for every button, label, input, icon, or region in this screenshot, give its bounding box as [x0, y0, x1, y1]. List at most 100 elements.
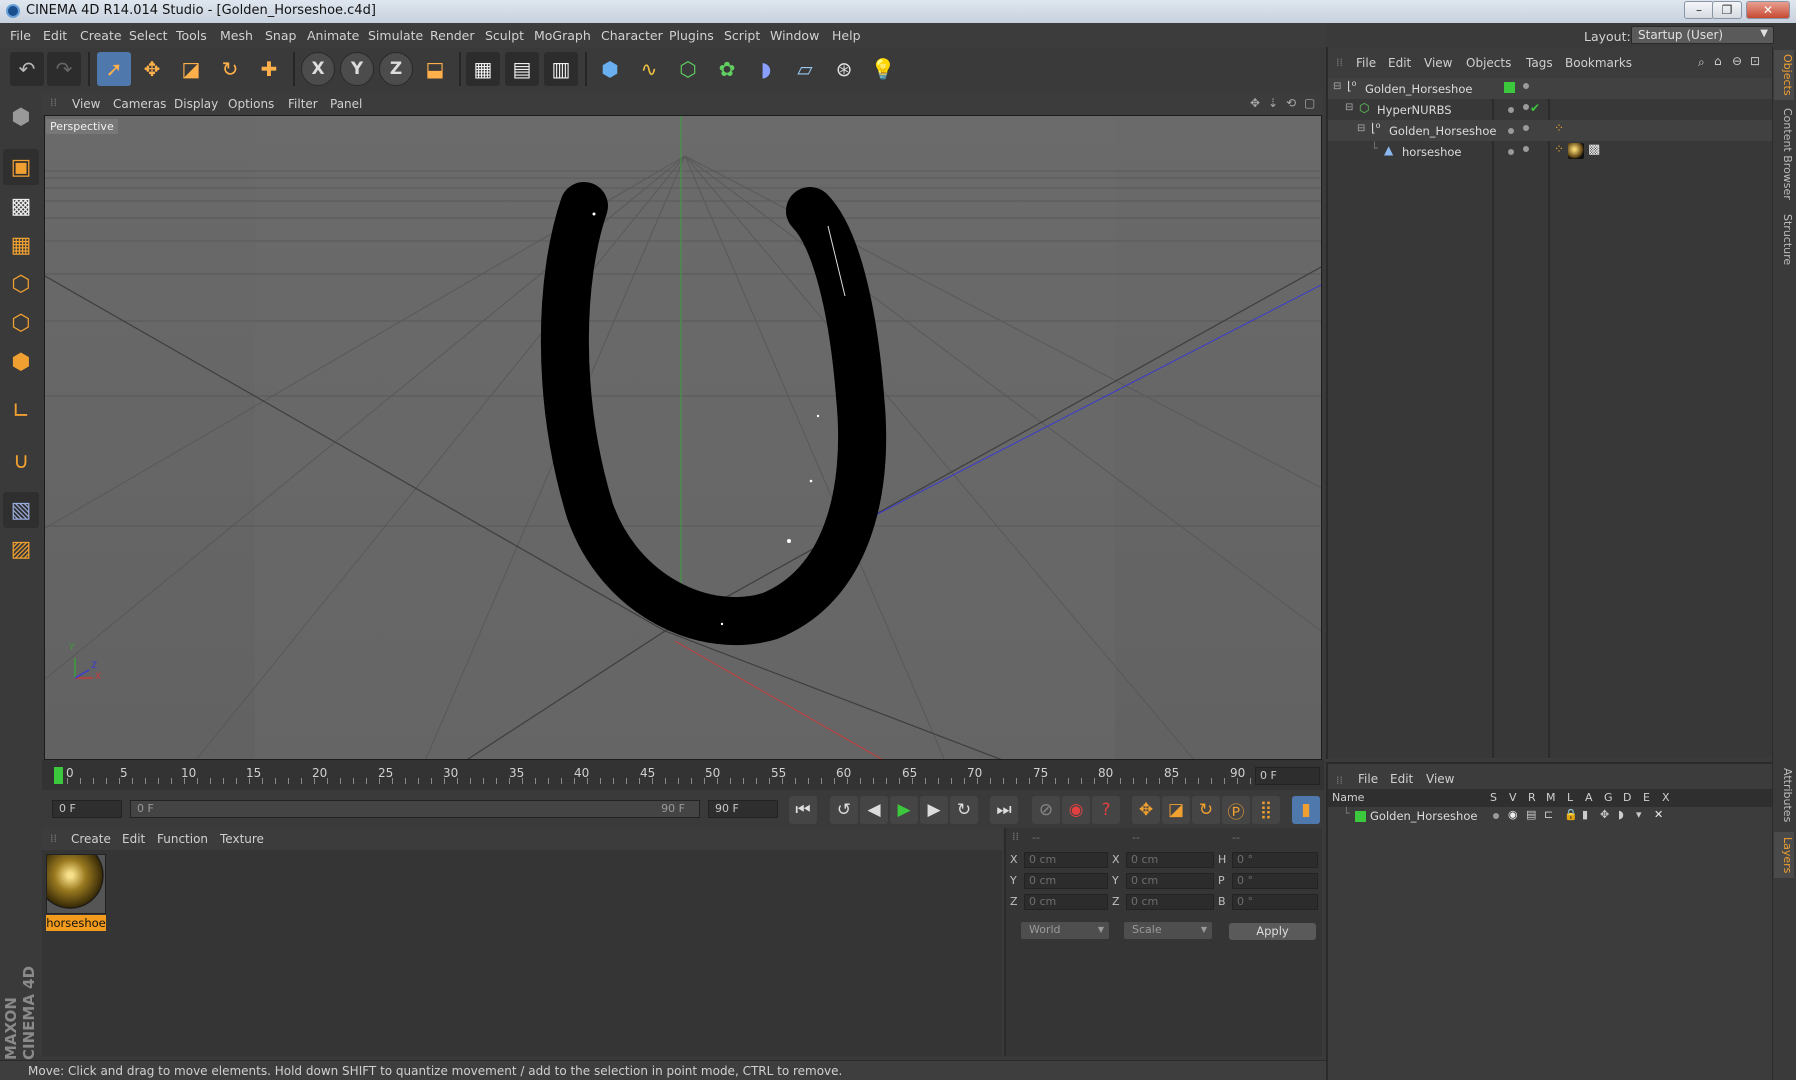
add-object-icon[interactable]: ✚ [252, 52, 286, 86]
texture-mode-icon[interactable]: ▩ [3, 188, 39, 224]
layer-col-generators[interactable]: G [1604, 791, 1613, 804]
apply-button[interactable]: Apply [1229, 923, 1316, 940]
start-frame-field[interactable]: 0 F [52, 800, 122, 818]
viewport-menu-cameras[interactable]: Cameras [113, 97, 166, 111]
collapse-icon[interactable]: ⊖ [1732, 54, 1742, 68]
close-button[interactable]: ✕ [1746, 1, 1790, 19]
viewport-menu-view[interactable]: View [72, 97, 100, 111]
viewport-menu-panel[interactable]: Panel [330, 97, 362, 111]
lock-icon[interactable]: 🔒 [1564, 808, 1578, 821]
keyframe-selection-icon[interactable]: ? [1092, 796, 1120, 824]
next-key-icon[interactable]: ↻ [950, 796, 978, 824]
layer-col-deformers[interactable]: D [1623, 791, 1631, 804]
menu-mesh[interactable]: Mesh [220, 28, 253, 43]
render-dot[interactable] [1523, 104, 1529, 110]
menu-mograph[interactable]: MoGraph [534, 28, 591, 43]
previous-frame-icon[interactable]: ◀ [860, 796, 888, 824]
menu-animate[interactable]: Animate [307, 28, 359, 43]
menu-create[interactable]: Create [80, 28, 122, 43]
minimize-button[interactable]: – [1684, 1, 1714, 19]
light-icon[interactable]: 💡 [866, 52, 900, 86]
end-frame-field[interactable]: 90 F [708, 800, 778, 818]
render-dot[interactable] [1523, 146, 1529, 152]
layer-col-solo[interactable]: S [1490, 791, 1497, 804]
object-menu-edit[interactable]: Edit [1388, 56, 1411, 70]
object-menu-file[interactable]: File [1356, 56, 1376, 70]
object-row[interactable]: ⊟ ⬡ HyperNURBS ✔ [1328, 99, 1772, 120]
object-menu-objects[interactable]: Objects [1466, 56, 1511, 70]
eye-icon[interactable]: ◉ [1508, 808, 1518, 821]
material-menu-create[interactable]: Create [71, 832, 111, 846]
tab-layers[interactable]: Layers [1774, 832, 1794, 878]
object-row[interactable]: ⊟ ⌊⁰ Golden_Horseshoe ⁘ [1328, 120, 1772, 141]
size-mode-select[interactable]: Scale ▼ [1124, 922, 1212, 939]
x-axis-lock-button[interactable]: X [301, 52, 335, 86]
z-axis-lock-button[interactable]: Z [379, 52, 413, 86]
record-keys-icon[interactable]: ⊘ [1032, 796, 1060, 824]
timeline-ruler[interactable] [42, 760, 1324, 790]
current-frame-field[interactable]: 0 F [1255, 767, 1320, 785]
generator-icon[interactable]: ✥ [1600, 808, 1609, 821]
uvw-tag-icon[interactable]: ▩ [1588, 142, 1600, 157]
size-y-field[interactable]: 0 cm [1126, 873, 1214, 889]
phong-tag-icon[interactable]: ⁘ [1554, 142, 1564, 156]
deformer-icon[interactable]: ◗ [1618, 808, 1624, 821]
play-icon[interactable]: ▶ [890, 796, 918, 824]
phong-tag-icon[interactable]: ⁘ [1554, 121, 1564, 135]
spline-icon[interactable]: ∿ [632, 52, 666, 86]
layer-col-render[interactable]: R [1528, 791, 1536, 804]
visibility-dot[interactable] [1508, 107, 1514, 113]
key-scale-icon[interactable]: ◪ [1162, 796, 1190, 824]
axis-mode-icon[interactable]: ∟ [3, 393, 39, 429]
size-x-field[interactable]: 0 cm [1126, 852, 1214, 868]
menu-edit[interactable]: Edit [43, 28, 67, 43]
layer-col-animation[interactable]: A [1585, 791, 1593, 804]
material-thumbnail[interactable] [46, 854, 106, 914]
menu-simulate[interactable]: Simulate [368, 28, 423, 43]
playhead[interactable] [54, 767, 63, 784]
maximize-view-icon[interactable]: ▢ [1304, 96, 1315, 110]
maximize-button[interactable]: ❐ [1712, 1, 1742, 19]
menu-tools[interactable]: Tools [176, 28, 207, 43]
floor-icon[interactable]: ▱ [788, 52, 822, 86]
layer-color-swatch[interactable] [1355, 811, 1366, 822]
material-tag-icon[interactable] [1568, 143, 1584, 159]
tab-attributes[interactable]: Attributes [1774, 764, 1794, 826]
rot-p-field[interactable]: 0 ° [1232, 873, 1318, 889]
key-rotation-icon[interactable]: ↻ [1192, 796, 1220, 824]
perspective-viewport[interactable]: Y X Z [44, 115, 1322, 760]
points-mode-icon[interactable]: ⬡ [3, 266, 39, 302]
material-menu-texture[interactable]: Texture [220, 832, 264, 846]
pos-x-field[interactable]: 0 cm [1024, 852, 1108, 868]
polygons-mode-icon[interactable]: ⬢ [3, 344, 39, 380]
menu-plugins[interactable]: Plugins [669, 28, 714, 43]
next-frame-icon[interactable]: ▶ [920, 796, 948, 824]
visibility-dot[interactable] [1508, 128, 1514, 134]
viewport-menu-options[interactable]: Options [228, 97, 274, 111]
layer-col-view[interactable]: V [1509, 791, 1517, 804]
workplane-lock-icon[interactable]: ▧ [3, 492, 39, 528]
make-editable-icon[interactable]: ⬢ [3, 99, 39, 135]
menu-character[interactable]: Character [601, 28, 663, 43]
y-axis-lock-button[interactable]: Y [340, 52, 374, 86]
layout-select[interactable]: Startup (User) ▼ [1631, 26, 1774, 44]
layer-col-name[interactable]: Name [1332, 791, 1364, 804]
menu-render[interactable]: Render [430, 28, 475, 43]
expression-icon[interactable]: ▾ [1636, 808, 1642, 821]
render-dot[interactable] [1523, 125, 1529, 131]
layer-col-xref[interactable]: X [1662, 791, 1670, 804]
live-selection-icon[interactable]: ➚ [97, 52, 131, 86]
xref-icon[interactable]: ✕ [1654, 808, 1663, 821]
frame-range-slider[interactable]: 0 F 90 F [130, 800, 700, 818]
viewport-menu-display[interactable]: Display [174, 97, 218, 111]
move-view-icon[interactable]: ✥ [1250, 96, 1260, 110]
deformer-icon[interactable]: ◗ [749, 52, 783, 86]
material-menu-function[interactable]: Function [157, 832, 208, 846]
render-icon[interactable]: ▤ [1526, 808, 1536, 821]
menu-window[interactable]: Window [770, 28, 819, 43]
menu-file[interactable]: File [10, 28, 31, 43]
layer-col-expressions[interactable]: E [1643, 791, 1650, 804]
previous-key-icon[interactable]: ↺ [830, 796, 858, 824]
object-row[interactable]: ⊟ ⌊⁰ Golden_Horseshoe [1328, 78, 1772, 99]
nurbs-icon[interactable]: ⬡ [671, 52, 705, 86]
